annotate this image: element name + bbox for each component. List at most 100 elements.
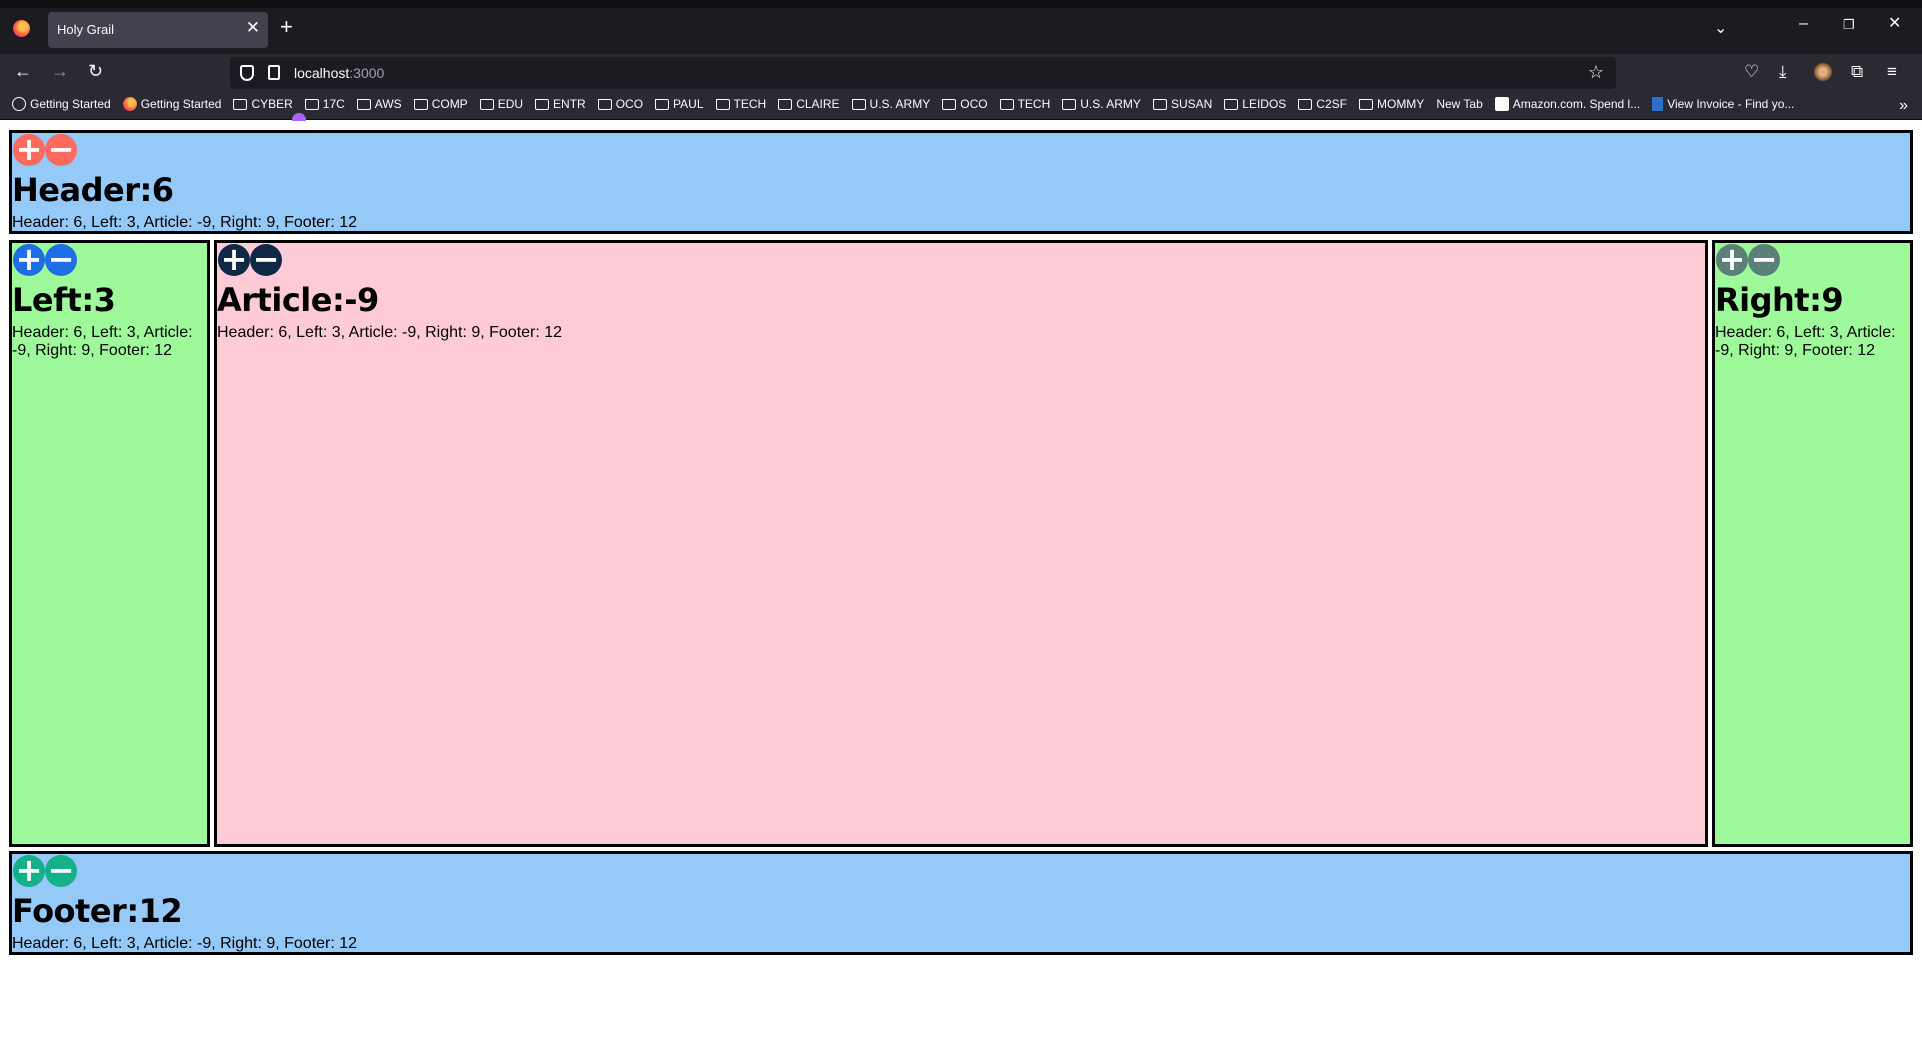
bookmarks-overflow-icon[interactable]: » xyxy=(1899,97,1908,115)
right-decrement-button[interactable]: − xyxy=(1748,243,1780,276)
left-button-group: + − xyxy=(13,243,77,276)
bookmark-label: U.S. ARMY xyxy=(869,97,931,111)
bookmark-item[interactable]: MOMMY xyxy=(1358,97,1425,111)
bookmark-label: CYBER xyxy=(251,97,293,111)
bookmark-label: OCO xyxy=(615,97,644,111)
article-increment-button[interactable]: + xyxy=(218,243,250,276)
tracking-shield-icon[interactable] xyxy=(240,65,254,81)
left-summary: Header: 6, Left: 3, Article: -9, Right: … xyxy=(12,324,193,359)
bookmark-label: PAUL xyxy=(673,97,704,111)
invoice-icon xyxy=(1652,97,1664,111)
bookmark-item[interactable]: COMP xyxy=(413,97,468,111)
account-avatar-icon[interactable] xyxy=(1814,63,1832,81)
page-info-icon[interactable] xyxy=(268,65,280,80)
bookmark-item[interactable]: LEIDOS xyxy=(1224,97,1286,111)
bookmark-item[interactable]: SUSAN xyxy=(1152,97,1213,111)
bookmark-item[interactable]: Getting Started xyxy=(122,97,222,111)
bookmarks-toolbar: Getting Started Getting Started CYBER 17C AW… xyxy=(0,92,1922,127)
tab-close-icon[interactable]: ✕ xyxy=(246,19,260,36)
folder-icon xyxy=(778,98,793,110)
article-decrement-button[interactable]: − xyxy=(250,243,282,276)
right-increment-button[interactable]: + xyxy=(1716,243,1748,276)
header-title: Header:6 xyxy=(12,171,174,209)
bookmark-label: Amazon.com. Spend l... xyxy=(1512,97,1641,111)
close-window-icon[interactable]: ✕ xyxy=(1888,16,1901,32)
footer-button-group: + − xyxy=(13,854,77,887)
forward-arrow-icon[interactable]: → xyxy=(51,62,69,80)
bookmark-label: 17C xyxy=(322,97,345,111)
bookmark-item[interactable]: U.S. ARMY xyxy=(1062,97,1141,111)
firefox-icon xyxy=(122,97,137,111)
bookmark-item[interactable]: ENTR xyxy=(535,97,586,111)
article-title: Article:-9 xyxy=(217,281,379,319)
bookmark-label: LEIDOS xyxy=(1242,97,1287,111)
bookmark-item[interactable]: CLAIRE xyxy=(778,97,840,111)
url-host: localhost xyxy=(294,65,350,81)
bookmarks-list: Getting Started Getting Started CYBER 17C AW… xyxy=(12,97,1794,127)
article-region: + − Article:-9 Header: 6, Left: 3, Artic… xyxy=(214,240,1708,847)
bookmark-item[interactable]: TECH xyxy=(715,97,766,111)
bookmark-item[interactable]: TECH xyxy=(999,97,1050,111)
left-region: + − Left:3 Header: 6, Left: 3, Article: … xyxy=(9,240,210,847)
header-region: + − Header:6 Header: 6, Left: 3, Article… xyxy=(9,130,1913,234)
restore-icon[interactable]: ❐ xyxy=(1843,18,1855,31)
footer-increment-button[interactable]: + xyxy=(13,854,45,887)
tab-title: Holy Grail xyxy=(57,22,115,37)
tab-holy-grail[interactable]: Holy Grail ✕ xyxy=(48,12,268,48)
reload-icon[interactable]: ↻ xyxy=(88,62,103,80)
bookmark-item[interactable]: View Invoice - Find yo... xyxy=(1652,97,1794,111)
new-tab-icon[interactable]: + xyxy=(280,16,293,38)
bookmark-item[interactable]: AWS xyxy=(356,97,402,111)
menu-icon[interactable]: ≡ xyxy=(1887,63,1897,80)
extensions-icon[interactable]: ⧉ xyxy=(1851,63,1863,80)
footer-decrement-button[interactable]: − xyxy=(45,854,77,887)
bookmark-item[interactable]: PAUL xyxy=(655,97,704,111)
folder-icon xyxy=(233,98,248,110)
back-arrow-icon[interactable]: ← xyxy=(14,62,32,80)
bookmark-label: Getting Started xyxy=(30,97,111,111)
left-decrement-button[interactable]: − xyxy=(45,243,77,276)
bookmark-label: Getting Started xyxy=(140,97,222,111)
header-increment-button[interactable]: + xyxy=(13,133,45,166)
list-tabs-chevron-icon[interactable]: ⌄ xyxy=(1714,18,1727,38)
bookmark-label: New Tab xyxy=(1436,97,1483,111)
right-button-group: + − xyxy=(1716,243,1780,276)
bookmark-item[interactable]: CYBER xyxy=(233,97,293,111)
bookmark-item[interactable]: U.S. ARMY xyxy=(851,97,931,111)
bookmark-label: MOMMY xyxy=(1376,97,1425,111)
folder-icon xyxy=(304,98,319,110)
left-increment-button[interactable]: + xyxy=(13,243,45,276)
bookmark-label: C2SF xyxy=(1316,97,1347,111)
bookmark-label: View Invoice - Find yo... xyxy=(1667,97,1795,111)
folder-icon xyxy=(597,98,612,110)
title-strip xyxy=(0,0,1922,8)
footer-region: + − Footer:12 Header: 6, Left: 3, Articl… xyxy=(9,851,1913,955)
bookmark-label: ENTR xyxy=(553,97,586,111)
bookmark-item[interactable]: OCO xyxy=(942,97,988,111)
bookmark-label: COMP xyxy=(431,97,468,111)
bookmark-item[interactable]: 17C xyxy=(304,97,345,111)
url-text[interactable]: localhost:3000 xyxy=(294,65,384,81)
right-summary: Header: 6, Left: 3, Article: -9, Right: … xyxy=(1715,324,1896,359)
bookmark-item[interactable]: Getting Started xyxy=(12,97,111,111)
header-decrement-button[interactable]: − xyxy=(45,133,77,166)
right-region: + − Right:9 Header: 6, Left: 3, Article:… xyxy=(1712,240,1913,847)
pocket-icon[interactable]: ♡ xyxy=(1744,63,1759,80)
bookmark-item[interactable]: OCO xyxy=(597,97,644,111)
bookmark-star-icon[interactable]: ☆ xyxy=(1588,62,1604,83)
article-button-group: + − xyxy=(218,243,282,276)
footer-summary: Header: 6, Left: 3, Article: -9, Right: … xyxy=(12,935,358,952)
left-title: Left:3 xyxy=(12,281,116,319)
folder-icon xyxy=(535,98,550,110)
folder-icon xyxy=(1298,98,1313,110)
folder-icon xyxy=(1062,98,1077,110)
bookmark-item[interactable]: New Tab xyxy=(292,97,1483,127)
bookmark-item[interactable]: EDU xyxy=(479,97,523,111)
bookmark-item[interactable]: C2SF xyxy=(1298,97,1347,111)
minimize-icon[interactable]: – xyxy=(1799,16,1808,32)
bookmark-item[interactable]: Amazon.com. Spend l... xyxy=(1494,97,1641,111)
folder-icon xyxy=(715,98,730,110)
address-bar[interactable]: localhost:3000 ☆ xyxy=(230,57,1616,89)
download-icon[interactable]: ⤓ xyxy=(1779,63,1787,80)
bookmark-label: SUSAN xyxy=(1170,97,1213,111)
